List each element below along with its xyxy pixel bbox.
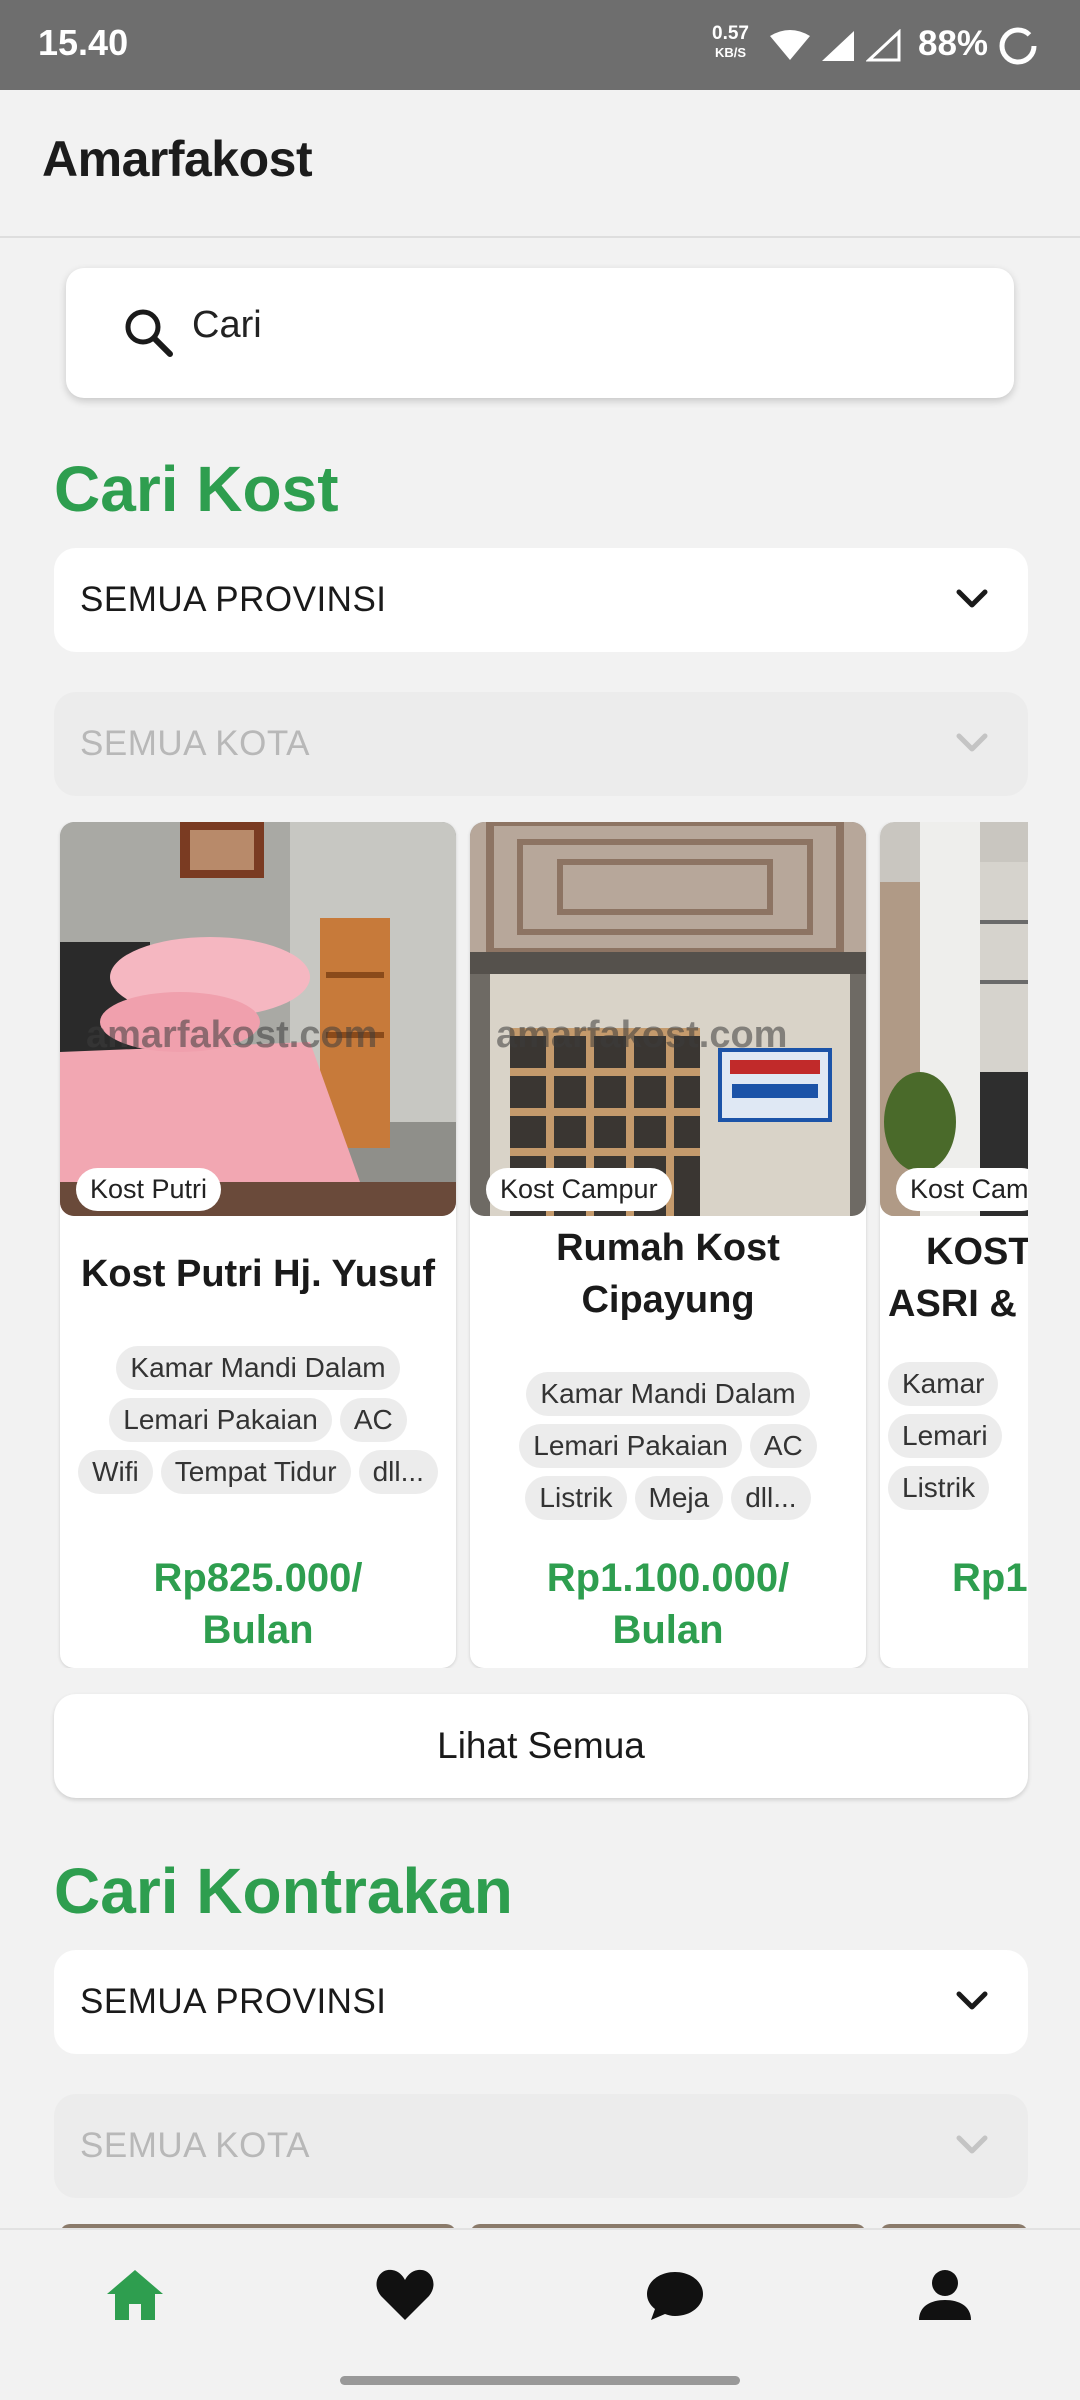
network-speed-unit: KB/S (714, 45, 747, 60)
nav-chat[interactable] (640, 2260, 710, 2330)
network-speed: 0.57 KB/S (712, 24, 749, 62)
kost-price-amount: Rp825.000/ (153, 1556, 363, 1600)
kost-photo: amarfakost.com (470, 822, 866, 1216)
see-all-button[interactable]: Lihat Semua (54, 1694, 1028, 1798)
kost-name: Rumah Kost Cipayung (480, 1222, 856, 1326)
home-icon (107, 2270, 163, 2320)
feature-chip: Wifi (78, 1450, 153, 1494)
feature-chip: dll... (731, 1476, 811, 1520)
province-select-kost[interactable]: SEMUA PROVINSI (54, 548, 1028, 652)
status-icons (770, 26, 902, 66)
signal-icon (822, 31, 854, 61)
city-select-label: SEMUA KOTA (80, 724, 310, 763)
kost-name: Kost Putri Hj. Yusuf (80, 1253, 435, 1295)
chat-icon (647, 2272, 703, 2320)
kost-card[interactable]: amarfakost.com Kost Campur Rumah Kost Ci… (470, 822, 866, 1668)
chevron-down-icon (956, 1991, 988, 2010)
kost-carousel[interactable]: amarfakost.com Kost Putri Kost Putri Hj.… (54, 822, 1028, 1668)
watermark: amarfakost.com (86, 1014, 378, 1056)
kost-name-line2: Cipayung (581, 1279, 755, 1321)
app-bar: Amarfakost (0, 90, 1080, 238)
feature-chip: Tempat Tidur (160, 1450, 351, 1494)
kost-features: Kamar Mandi Dalam Lemari Pakaian AC List… (478, 1372, 858, 1520)
feature-chip: Kamar Mandi Dalam (526, 1372, 810, 1416)
profile-icon (919, 2270, 971, 2320)
feature-chip: Listrik (888, 1466, 990, 1510)
city-select-kost[interactable]: SEMUA KOTA (54, 692, 1028, 796)
province-select-label: SEMUA PROVINSI (80, 1982, 387, 2021)
feature-chip: dll... (358, 1450, 438, 1494)
kost-type-badge: Kost Campur (486, 1168, 672, 1211)
feature-chip: Kamar (888, 1362, 999, 1406)
kost-price: Rp825.000/ Bulan (60, 1552, 456, 1656)
feature-chip: Lemari Pakaian (109, 1398, 332, 1442)
search-input[interactable]: Cari (192, 304, 262, 347)
kost-price-unit: Bulan (202, 1608, 314, 1652)
kost-features: Kamar Lemari Listrik (888, 1362, 1028, 1510)
battery-icon (999, 27, 1037, 65)
network-speed-value: 0.57 (712, 23, 749, 44)
feature-chip: Lemari Pakaian (519, 1424, 742, 1468)
chevron-down-icon (956, 589, 988, 608)
kost-name: KOST ASRI & I (888, 1226, 1028, 1330)
feature-chip: Kamar Mandi Dalam (116, 1346, 400, 1390)
kost-price: Rp1.100.000/ Bulan (470, 1552, 866, 1656)
kost-name-line1: KOST (926, 1231, 1028, 1273)
city-select-label: SEMUA KOTA (80, 2126, 310, 2165)
wifi-icon (770, 30, 810, 60)
feature-chip: AC (749, 1424, 817, 1468)
app-title: Amarfakost (42, 131, 313, 187)
kost-price-amount: Rp1.100.000/ (546, 1556, 790, 1600)
signal-empty-icon (866, 29, 901, 62)
battery-percent: 88% (918, 24, 989, 63)
status-bar: 15.40 0.57 KB/S 88% (0, 0, 1080, 90)
chevron-down-icon (956, 2135, 988, 2154)
kost-price: Rp1. I (880, 1552, 1028, 1656)
feature-chip: Listrik (525, 1476, 627, 1520)
nav-profile[interactable] (910, 2260, 980, 2330)
kost-name-line1: Rumah Kost (556, 1227, 780, 1269)
watermark: amarfakost.com (496, 1014, 788, 1056)
section-title-kontrakan: Cari Kontrakan (54, 1855, 513, 1927)
gesture-bar[interactable] (340, 2376, 740, 2385)
kost-price-amount: Rp1. (952, 1556, 1028, 1600)
kost-features: Kamar Mandi Dalam Lemari Pakaian AC Wifi… (68, 1346, 448, 1494)
kost-type-badge: Kost Putri (76, 1168, 222, 1211)
nav-favorites[interactable] (370, 2260, 440, 2330)
chevron-down-icon (956, 733, 988, 752)
kost-card[interactable]: Kost Cam KOST ASRI & I Kamar Lemari List… (880, 822, 1028, 1668)
search-bar[interactable]: Cari (66, 268, 1014, 398)
kost-photo: amarfakost.com (60, 822, 456, 1216)
province-select-label: SEMUA PROVINSI (80, 580, 387, 619)
feature-chip: AC (339, 1398, 407, 1442)
heart-icon (376, 2269, 434, 2320)
kost-type-badge: Kost Cam (896, 1168, 1028, 1211)
kost-name-line2: ASRI & I (888, 1283, 1028, 1325)
feature-chip: Meja (634, 1476, 724, 1520)
search-icon (125, 309, 173, 357)
feature-chip: Lemari (888, 1414, 1002, 1458)
bottom-nav (0, 2228, 1080, 2358)
city-select-kontrakan[interactable]: SEMUA KOTA (54, 2094, 1028, 2198)
status-time: 15.40 (38, 22, 129, 63)
kost-card[interactable]: amarfakost.com Kost Putri Kost Putri Hj.… (60, 822, 456, 1668)
kost-price-unit: Bulan (612, 1608, 724, 1652)
province-select-kontrakan[interactable]: SEMUA PROVINSI (54, 1950, 1028, 2054)
nav-home[interactable] (100, 2260, 170, 2330)
section-title-kost: Cari Kost (54, 453, 339, 525)
kost-price-unit: I (952, 1604, 1028, 1656)
kost-photo (880, 822, 1028, 1216)
